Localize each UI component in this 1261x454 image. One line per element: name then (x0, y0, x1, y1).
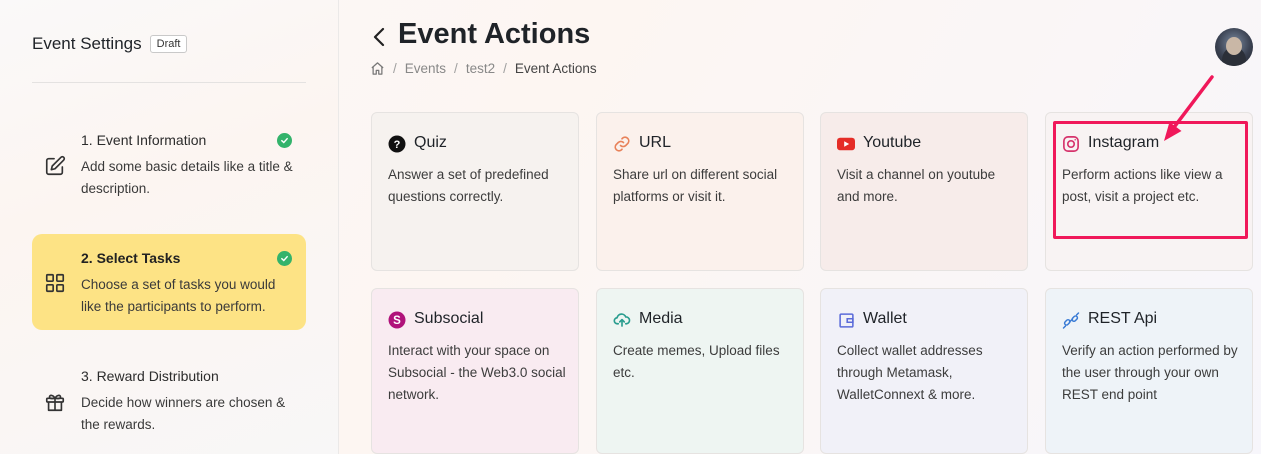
card-description: Visit a channel on youtube and more. (837, 167, 996, 204)
link-icon (613, 135, 631, 153)
check-icon (277, 133, 292, 148)
avatar[interactable] (1215, 28, 1253, 66)
action-card-rest-api[interactable]: REST Api Verify an action performed by t… (1045, 288, 1253, 454)
action-card-youtube[interactable]: Youtube Visit a channel on youtube and m… (820, 112, 1028, 271)
breadcrumb-events[interactable]: Events (405, 61, 446, 76)
breadcrumb: / Events / test2 / Event Actions (370, 61, 597, 76)
card-title: REST Api (1088, 310, 1158, 327)
grid-icon (44, 272, 66, 294)
cloud-upload-icon (613, 311, 631, 329)
question-circle-icon: ? (388, 135, 406, 153)
step-select-tasks[interactable]: 2. Select Tasks Choose a set of tasks yo… (32, 234, 306, 330)
wallet-icon (837, 311, 855, 329)
youtube-icon (837, 135, 855, 153)
step-description: Add some basic details like a title & de… (81, 159, 293, 196)
subsocial-icon: S (388, 311, 406, 329)
step-reward-distribution[interactable]: 3. Reward Distribution Decide how winner… (32, 358, 306, 444)
status-badge: Draft (149, 35, 188, 53)
sidebar-header: Event Settings Draft (32, 34, 188, 54)
breadcrumb-separator: / (393, 61, 397, 76)
card-title: URL (639, 134, 672, 151)
event-settings-sidebar: Event Settings Draft 1. Event Informatio… (0, 0, 339, 454)
step-title: 1. Event Information (81, 132, 207, 148)
breadcrumb-separator: / (454, 61, 458, 76)
action-card-wallet[interactable]: Wallet Collect wallet addresses through … (820, 288, 1028, 454)
svg-text:S: S (393, 315, 401, 327)
back-button[interactable] (368, 24, 390, 50)
step-description: Decide how winners are chosen & the rewa… (81, 395, 286, 432)
step-event-information[interactable]: 1. Event Information Add some basic deta… (32, 122, 306, 208)
home-icon[interactable] (370, 61, 385, 76)
chevron-left-icon (373, 27, 385, 47)
page-title: Event Actions (398, 18, 591, 50)
card-description: Create memes, Upload files etc. (613, 343, 780, 380)
edit-icon (44, 155, 66, 177)
card-title: Quiz (414, 134, 447, 151)
card-description: Verify an action performed by the user t… (1062, 343, 1238, 402)
step-description: Choose a set of tasks you would like the… (81, 277, 276, 314)
step-title: 3. Reward Distribution (81, 368, 219, 384)
breadcrumb-current: Event Actions (514, 61, 597, 76)
card-description: Interact with your space on Subsocial - … (388, 343, 566, 402)
card-title: Subsocial (414, 310, 484, 327)
check-icon (277, 251, 292, 266)
svg-text:?: ? (394, 139, 401, 151)
breadcrumb-separator: / (503, 61, 507, 76)
action-card-subsocial[interactable]: S Subsocial Interact with your space on … (371, 288, 579, 454)
card-description: Collect wallet addresses through Metamas… (837, 343, 983, 402)
annotation-arrow-icon (1164, 75, 1214, 141)
action-card-media[interactable]: Media Create memes, Upload files etc. (596, 288, 804, 454)
sidebar-title: Event Settings (32, 34, 142, 53)
card-title: Youtube (863, 134, 922, 151)
card-description: Answer a set of predefined questions cor… (388, 167, 549, 204)
sidebar-divider (32, 82, 306, 83)
card-title: Media (639, 310, 683, 327)
step-title: 2. Select Tasks (81, 250, 181, 266)
card-description: Share url on different social platforms … (613, 167, 778, 204)
action-card-quiz[interactable]: ? Quiz Answer a set of predefined questi… (371, 112, 579, 271)
action-card-url[interactable]: URL Share url on different social platfo… (596, 112, 804, 271)
breadcrumb-test2[interactable]: test2 (466, 61, 495, 76)
gift-icon (44, 391, 66, 413)
card-title: Wallet (863, 310, 907, 327)
api-icon (1062, 311, 1080, 329)
